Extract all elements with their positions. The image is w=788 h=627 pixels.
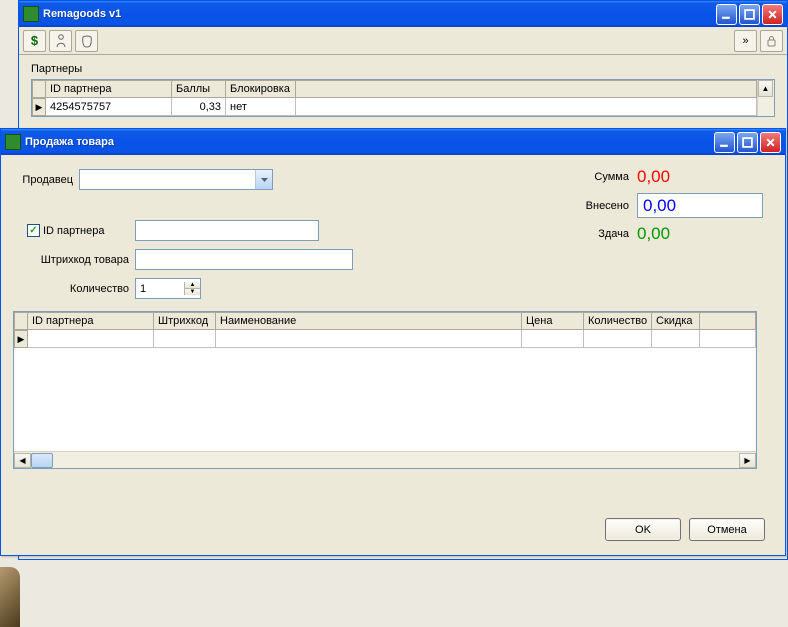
cell-block: нет — [226, 98, 296, 116]
dialog-icon — [5, 134, 21, 150]
barcode-input[interactable] — [135, 249, 353, 270]
partner-id-label: ID партнера — [43, 225, 129, 237]
spin-down-icon[interactable]: ▼ — [184, 288, 200, 295]
seller-label: Продавец — [13, 174, 73, 186]
col-items-name[interactable]: Наименование — [216, 312, 522, 330]
close-button[interactable] — [762, 4, 783, 25]
partner-id-input[interactable] — [135, 220, 319, 241]
main-content: Партнеры ID партнера Баллы Блокировка ▶ … — [19, 55, 787, 125]
chevron-right-icon: » — [742, 35, 748, 47]
col-items-spacer — [700, 312, 756, 330]
cancel-button[interactable]: Отмена — [689, 518, 765, 541]
scroll-left-icon[interactable]: ◀ — [14, 453, 31, 468]
toolbar-dollar-button[interactable]: $ — [23, 30, 46, 52]
col-spacer — [296, 80, 757, 98]
person-icon — [55, 34, 67, 48]
sum-label: Сумма — [594, 171, 629, 183]
main-title: Remagoods v1 — [43, 8, 716, 20]
change-label: Здача — [598, 228, 629, 240]
grid-corner — [32, 80, 46, 98]
grid-corner — [14, 312, 28, 330]
cell-points: 0,33 — [172, 98, 226, 116]
row-indicator-icon: ▶ — [14, 330, 28, 348]
col-items-barcode[interactable]: Штрихкод — [154, 312, 216, 330]
table-row[interactable]: ▶ — [14, 330, 756, 348]
col-items-id[interactable]: ID партнера — [28, 312, 154, 330]
jar-icon — [80, 34, 94, 48]
scroll-right-icon[interactable]: ▶ — [739, 453, 756, 468]
col-points[interactable]: Баллы — [172, 80, 226, 98]
summary-panel: Сумма 0,00 Внесено Здача 0,00 — [586, 167, 763, 250]
scroll-thumb[interactable] — [31, 453, 53, 468]
dialog-titlebar[interactable]: Продажа товара — [1, 129, 785, 155]
col-items-disc[interactable]: Скидка — [652, 312, 700, 330]
partners-grid[interactable]: ID партнера Баллы Блокировка ▶ 425457575… — [31, 79, 775, 117]
minimize-button[interactable] — [716, 4, 737, 25]
items-hscrollbar[interactable]: ◀ ▶ — [14, 451, 756, 468]
qty-value: 1 — [136, 283, 184, 295]
toolbar-lock-button[interactable] — [760, 30, 783, 52]
sum-value: 0,00 — [637, 167, 763, 187]
dialog-title: Продажа товара — [25, 136, 714, 148]
dialog-body: Сумма 0,00 Внесено Здача 0,00 Продавец ✓ — [1, 155, 785, 555]
dialog-minimize-button[interactable] — [714, 132, 735, 153]
ok-button[interactable]: OK — [605, 518, 681, 541]
toolbar-person-button[interactable] — [49, 30, 72, 52]
barcode-label: Штрихкод товара — [13, 254, 129, 266]
col-items-qty[interactable]: Количество — [584, 312, 652, 330]
scroll-up-icon[interactable]: ▲ — [758, 80, 773, 97]
change-value: 0,00 — [637, 224, 763, 244]
cell-id: 4254575757 — [46, 98, 172, 116]
app-icon — [23, 6, 39, 22]
row-indicator-icon: ▶ — [32, 98, 46, 116]
lock-icon — [766, 35, 777, 47]
toolbar-jar-button[interactable] — [75, 30, 98, 52]
main-toolbar: $ » — [19, 27, 787, 55]
toolbar-more-button[interactable]: » — [734, 30, 757, 52]
scroll-track[interactable] — [31, 453, 739, 468]
col-id[interactable]: ID партнера — [46, 80, 172, 98]
main-titlebar[interactable]: Remagoods v1 — [19, 1, 787, 27]
qty-label: Количество — [13, 283, 129, 295]
maximize-button[interactable] — [739, 4, 760, 25]
chevron-down-icon[interactable] — [255, 170, 272, 189]
partners-label: Партнеры — [31, 63, 775, 75]
cell-spacer — [296, 98, 757, 116]
col-items-price[interactable]: Цена — [522, 312, 584, 330]
qty-spinner[interactable]: 1 ▲ ▼ — [135, 278, 201, 299]
sale-dialog: Продажа товара Сумма 0,00 Внесено Здача … — [0, 128, 786, 556]
paid-label: Внесено — [586, 200, 629, 212]
seller-combo[interactable] — [79, 169, 273, 190]
paid-input[interactable] — [637, 193, 763, 218]
items-grid[interactable]: ID партнера Штрихкод Наименование Цена К… — [13, 311, 757, 469]
col-block[interactable]: Блокировка — [226, 80, 296, 98]
dialog-maximize-button[interactable] — [737, 132, 758, 153]
dollar-icon: $ — [31, 33, 38, 48]
dialog-close-button[interactable] — [760, 132, 781, 153]
partners-scrollbar[interactable]: ▲ — [757, 80, 774, 116]
background-decor — [0, 567, 20, 627]
table-row[interactable]: ▶ 4254575757 0,33 нет — [32, 98, 757, 116]
partner-id-checkbox[interactable]: ✓ — [27, 224, 40, 237]
